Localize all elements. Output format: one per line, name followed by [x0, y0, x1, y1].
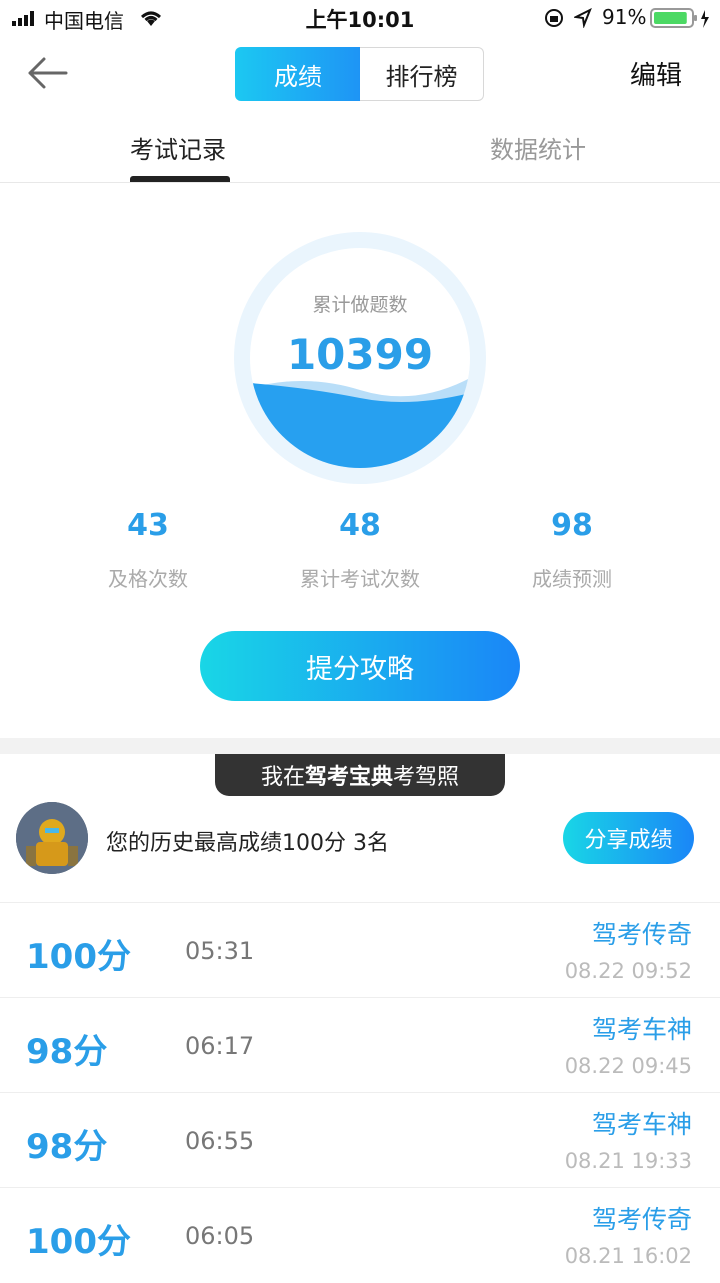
record-date: 08.22 09:45: [564, 1054, 692, 1078]
section-divider: [0, 738, 720, 754]
divider: [0, 182, 720, 183]
record-row[interactable]: 98分 06:17 驾考车神 08.22 09:45: [0, 998, 720, 1093]
tab-data-statistics[interactable]: 数据统计: [490, 130, 586, 165]
share-score-button[interactable]: 分享成绩: [563, 812, 694, 864]
total-questions-label: 累计做题数: [312, 294, 408, 316]
status-bar: 中国电信 上午10:01 91%: [0, 0, 720, 36]
record-duration: 06:17: [185, 1032, 255, 1060]
record-row[interactable]: 100分 06:05 驾考传奇 08.21 16:02: [0, 1188, 720, 1283]
score-prediction-value: 98: [551, 508, 593, 543]
record-date: 08.21 16:02: [564, 1244, 692, 1268]
record-score: 100分: [26, 937, 131, 977]
rotation-lock-icon: [545, 9, 563, 27]
record-row[interactable]: 100分 05:31 驾考传奇 08.22 09:52: [0, 903, 720, 998]
avatar[interactable]: [16, 802, 88, 874]
record-title: 驾考车神: [591, 1110, 692, 1139]
location-icon: [574, 8, 592, 28]
segment-score[interactable]: 成绩: [235, 47, 361, 101]
exam-count-label: 累计考试次数: [300, 567, 420, 591]
pass-count-label: 及格次数: [108, 567, 188, 591]
back-arrow-icon[interactable]: [26, 56, 68, 90]
record-duration: 05:31: [185, 937, 255, 965]
record-row[interactable]: 98分 06:55 驾考车神 08.21 19:33: [0, 1093, 720, 1188]
battery-percent: 91%: [602, 5, 647, 29]
record-score: 98分: [26, 1127, 108, 1167]
record-title: 驾考传奇: [591, 920, 692, 949]
edit-button[interactable]: 编辑: [630, 55, 682, 92]
tab-exam-records[interactable]: 考试记录: [130, 130, 226, 165]
battery-icon: [650, 8, 709, 28]
banner-prefix: 我在: [260, 765, 305, 790]
record-duration: 06:55: [185, 1127, 255, 1155]
improve-score-tips-button[interactable]: 提分攻略: [200, 631, 520, 701]
record-date: 08.21 19:33: [564, 1149, 692, 1173]
pass-count-value: 43: [127, 508, 169, 543]
record-title: 驾考车神: [591, 1015, 692, 1044]
best-score-text: 您的历史最高成绩100分 3名: [106, 831, 389, 856]
banner-suffix: 考驾照: [393, 765, 460, 790]
banner: 我在 驾考宝典 考驾照: [215, 754, 505, 796]
score-prediction-label: 成绩预测: [532, 567, 612, 591]
robot-avatar-image: [16, 802, 88, 874]
banner-brand: 驾考宝典: [304, 765, 393, 790]
exam-count-value: 48: [339, 508, 381, 543]
record-title: 驾考传奇: [591, 1205, 692, 1234]
record-date: 08.22 09:52: [564, 959, 692, 983]
record-score: 98分: [26, 1032, 108, 1072]
record-score: 100分: [26, 1222, 131, 1262]
total-questions-value: 10399: [286, 330, 434, 379]
segment-ranking[interactable]: 排行榜: [360, 47, 484, 101]
record-duration: 06:05: [185, 1222, 255, 1250]
